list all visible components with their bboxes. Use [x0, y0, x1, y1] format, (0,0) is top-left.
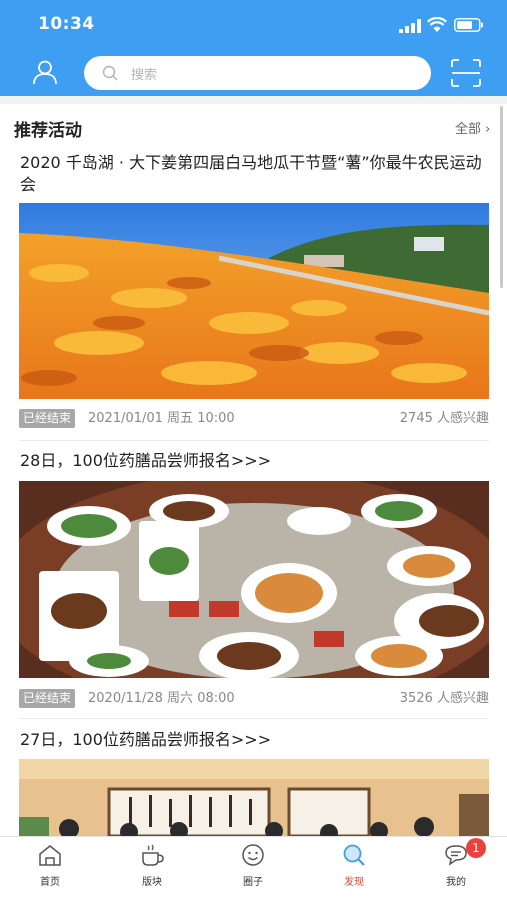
tab-label: 发现	[344, 877, 364, 888]
bottom-tab-bar: 首页 版块 圈子 发现 我的	[0, 836, 507, 900]
top-header: 10:34 搜索	[0, 0, 507, 96]
discover-search-icon	[343, 844, 365, 866]
scrollbar[interactable]	[500, 106, 503, 288]
section-title: 推荐活动	[14, 121, 82, 141]
scan-icon[interactable]	[450, 58, 482, 88]
interest-count: 2745 人感兴趣	[399, 411, 489, 426]
card-divider	[19, 440, 489, 441]
activity-image[interactable]	[19, 481, 489, 678]
header-divider	[0, 96, 507, 104]
user-icon[interactable]	[32, 59, 58, 85]
activity-image[interactable]	[19, 759, 489, 836]
coffee-cup-icon	[142, 844, 164, 866]
tab-discover[interactable]: 发现	[324, 843, 384, 895]
battery-icon	[454, 18, 483, 32]
search-input[interactable]: 搜索	[84, 56, 431, 90]
tab-label: 圈子	[243, 877, 263, 888]
tab-sections[interactable]: 版块	[122, 843, 182, 895]
view-all-link[interactable]: 全部 ›	[455, 118, 490, 137]
status-bar: 10:34	[0, 0, 507, 46]
activity-date: 2021/01/01 周五 10:00	[88, 411, 235, 426]
activity-title[interactable]: 2020 千岛湖 · 大下姜第四届白马地瓜干节暨“薯”你最牛农民运动会	[20, 152, 490, 196]
tab-circles[interactable]: 圈子	[223, 843, 283, 895]
medicinal-food-table-photo	[19, 481, 489, 678]
notification-badge: 1	[466, 838, 486, 858]
search-placeholder: 搜索	[131, 68, 158, 83]
card-divider	[19, 718, 489, 719]
sweet-potato-drying-photo	[19, 203, 489, 399]
smiley-circle-icon	[242, 844, 264, 866]
activity-meta: 已经结束 2021/01/01 周五 10:00 2745 人感兴趣	[19, 408, 489, 430]
tab-label: 版块	[142, 877, 162, 888]
tab-label: 我的	[446, 877, 466, 888]
status-badge: 已经结束	[19, 689, 76, 708]
group-photo	[19, 759, 489, 836]
activity-date: 2020/11/28 周六 08:00	[88, 691, 235, 706]
activity-meta: 已经结束 2020/11/28 周六 08:00 3526 人感兴趣	[19, 688, 489, 710]
status-time: 10:34	[38, 14, 95, 34]
interest-count: 3526 人感兴趣	[399, 691, 489, 706]
activity-title[interactable]: 28日，100位药膳品尝师报名>>>	[20, 450, 490, 472]
home-icon	[39, 845, 61, 866]
tab-home[interactable]: 首页	[20, 843, 80, 895]
search-icon	[102, 65, 118, 81]
activity-image[interactable]	[19, 203, 489, 399]
status-badge: 已经结束	[19, 409, 76, 428]
signal-icon	[399, 19, 421, 33]
tab-label: 首页	[40, 877, 60, 888]
activity-title[interactable]: 27日，100位药膳品尝师报名>>>	[20, 729, 490, 751]
wifi-icon	[427, 17, 447, 32]
